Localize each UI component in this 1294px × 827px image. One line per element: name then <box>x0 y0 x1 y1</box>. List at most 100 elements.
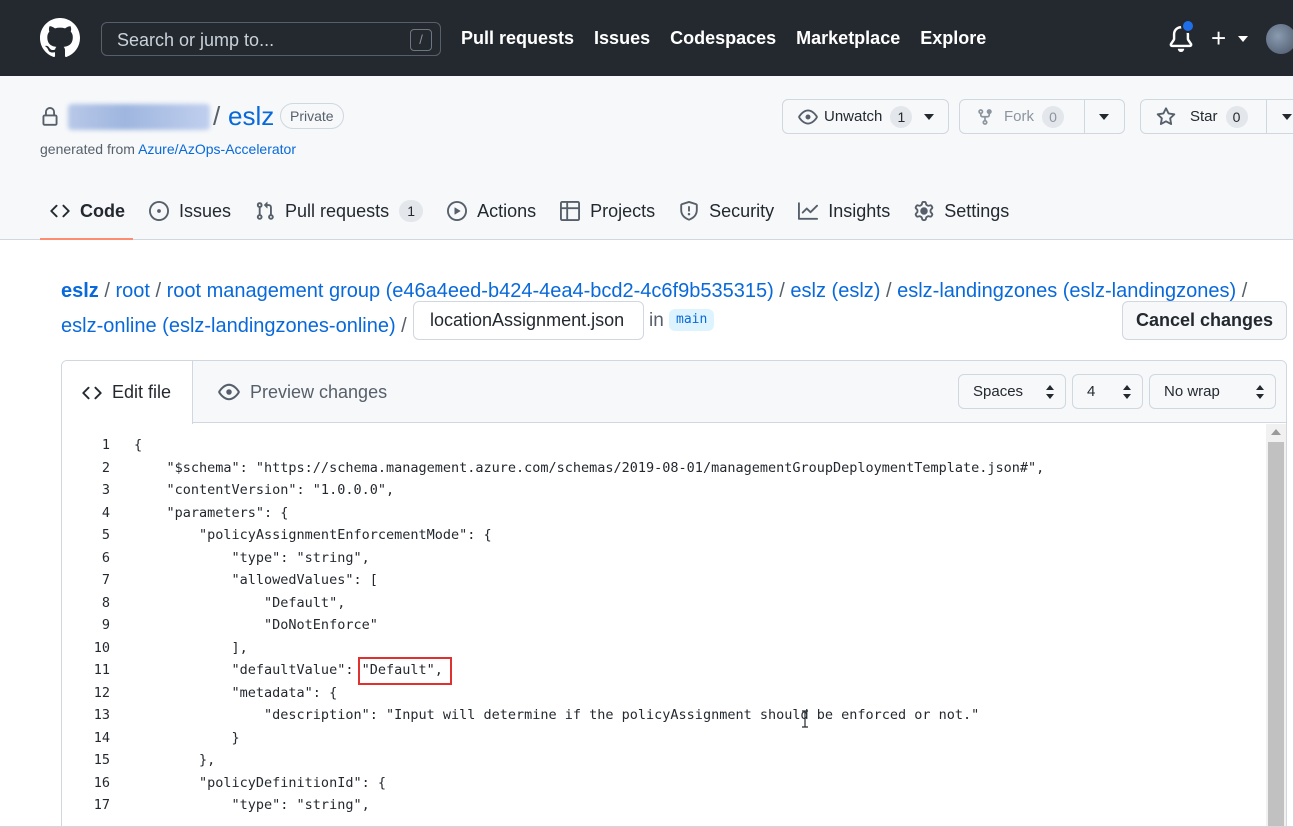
line-number: 12 <box>93 684 110 701</box>
line-number: 15 <box>93 752 110 768</box>
tab-preview-changes[interactable]: Preview changes <box>218 361 387 423</box>
code-line[interactable]: "type": "string", <box>134 794 1044 817</box>
breadcrumb-separator: / <box>1236 280 1248 302</box>
code-line[interactable]: "defaultValue": "Default", <box>134 659 1044 682</box>
breadcrumb-separator: / <box>395 315 407 337</box>
indent-mode-select[interactable]: Spaces <box>958 374 1066 409</box>
indent-size-select[interactable]: 4 <box>1072 374 1143 409</box>
line-number: 16 <box>93 774 110 791</box>
breadcrumb-separator: / <box>773 280 791 302</box>
star-icon <box>1156 106 1176 125</box>
filename-input[interactable]: locationAssignment.json <box>413 301 644 340</box>
github-logo-icon[interactable] <box>40 18 80 58</box>
breadcrumb-item[interactable]: root <box>115 280 149 302</box>
tab-actions[interactable]: Actions <box>447 196 536 226</box>
breadcrumb-item[interactable]: eslz-landingzones (eslz-landingzones) <box>897 280 1236 302</box>
code-lines[interactable]: { "$schema": "https://schema.management.… <box>134 434 1044 817</box>
search-placeholder: Search or jump to... <box>117 30 275 50</box>
code-editor[interactable]: 1 2 3 4 5 6 7 8 9 10 11 12 13 14 15 16 17 { "$schema": "… <box>62 424 1286 826</box>
visibility-badge: Private <box>280 103 344 129</box>
cancel-changes-button[interactable]: Cancel changes <box>1122 301 1287 340</box>
code-line[interactable]: "Default", <box>134 592 1044 615</box>
search-shortcut-key: / <box>410 29 432 51</box>
tab-projects[interactable]: Projects <box>560 196 655 226</box>
chevron-down-icon[interactable] <box>1099 114 1109 120</box>
code-line[interactable]: "contentVersion": "1.0.0.0", <box>134 479 1044 502</box>
vertical-scrollbar[interactable] <box>1266 424 1286 826</box>
repo-separator: / <box>213 101 221 131</box>
code-line[interactable]: } <box>134 727 1044 750</box>
code-line[interactable]: "metadata": { <box>134 682 1044 705</box>
breadcrumb-item[interactable]: eslz (eslz) <box>790 280 880 302</box>
nav-issues[interactable]: Issues <box>594 28 650 49</box>
select-arrows-icon <box>1256 385 1264 399</box>
line-number: 5 <box>101 527 110 543</box>
plus-icon[interactable]: + <box>1211 24 1226 52</box>
shield-icon <box>680 201 698 221</box>
lock-icon <box>42 107 58 126</box>
text-cursor-icon <box>802 710 808 728</box>
template-repo-link[interactable]: Azure/AzOps-Accelerator <box>138 141 296 157</box>
chevron-down-icon[interactable] <box>1282 114 1292 120</box>
nav-explore[interactable]: Explore <box>920 28 986 49</box>
breadcrumb-repo-link[interactable]: eslz <box>61 280 99 302</box>
breadcrumb: eslz / root / root management group (e46… <box>61 274 1261 344</box>
line-number: 10 <box>93 639 110 656</box>
code-line[interactable]: "parameters": { <box>134 502 1044 525</box>
scroll-up-icon[interactable] <box>1271 429 1281 435</box>
indent-mode-value: Spaces <box>973 383 1024 400</box>
chevron-down-icon <box>924 113 935 120</box>
tab-insights-label: Insights <box>828 200 891 221</box>
eye-icon <box>798 109 818 124</box>
tab-issues-label: Issues <box>179 200 232 221</box>
code-line[interactable]: "$schema": "https://schema.management.az… <box>134 457 1045 480</box>
code-line[interactable]: }, <box>134 749 1044 772</box>
unwatch-label: Unwatch <box>824 108 883 125</box>
tab-insights[interactable]: Insights <box>798 196 890 226</box>
code-line[interactable]: ], <box>134 637 1044 660</box>
nav-pull-requests[interactable]: Pull requests <box>461 28 574 49</box>
breadcrumb-item[interactable]: root management group (e46a4eed-b424-4ea… <box>167 280 774 302</box>
scrollbar-thumb[interactable] <box>1268 442 1284 826</box>
generated-from-prefix: generated from <box>40 141 139 157</box>
indent-size-value: 4 <box>1087 383 1096 400</box>
nav-codespaces[interactable]: Codespaces <box>670 28 776 49</box>
code-line[interactable]: "DoNotEnforce" <box>134 614 1044 637</box>
code-line[interactable]: "description": "Input will determine if … <box>134 704 1044 727</box>
line-number: 17 <box>93 797 110 813</box>
tab-settings[interactable]: Settings <box>914 196 1009 226</box>
star-count: 0 <box>1225 105 1248 128</box>
breadcrumb-item[interactable]: eslz-online (eslz-landingzones-online) <box>61 315 396 337</box>
code-icon <box>50 204 70 218</box>
tab-issues[interactable]: Issues <box>149 196 231 226</box>
repo-tabs: Code Issues Pull requests 1 Actions Proj… <box>40 196 1033 240</box>
branch-badge: main <box>669 309 715 331</box>
code-line[interactable]: "policyDefinitionId": { <box>134 772 1044 795</box>
fork-button[interactable]: Fork 0 <box>959 99 1125 134</box>
code-line[interactable]: "allowedValues": [ <box>134 569 1044 592</box>
eye-icon <box>218 383 240 401</box>
repo-owner-redacted[interactable] <box>68 104 210 130</box>
code-line[interactable]: "policyAssignmentEnforcementMode": { <box>134 524 1044 547</box>
select-arrows-icon <box>1123 385 1131 399</box>
wrap-mode-select[interactable]: No wrap <box>1149 374 1276 409</box>
chevron-down-icon[interactable] <box>1238 36 1248 42</box>
avatar[interactable] <box>1266 24 1293 54</box>
code-line[interactable]: "type": "string", <box>134 547 1044 570</box>
tab-actions-label: Actions <box>477 200 537 221</box>
tab-code[interactable]: Code <box>50 196 125 226</box>
code-line[interactable]: { <box>134 434 1044 457</box>
tab-settings-label: Settings <box>944 200 1010 221</box>
tab-code-label: Code <box>80 200 125 221</box>
pull-request-icon <box>256 201 274 220</box>
repo-name-link[interactable]: eslz <box>228 101 274 132</box>
tab-security[interactable]: Security <box>679 196 774 226</box>
tab-pull-requests[interactable]: Pull requests 1 <box>255 196 424 226</box>
search-input[interactable]: Search or jump to... / <box>101 22 441 56</box>
unwatch-button[interactable]: Unwatch 1 <box>782 99 949 134</box>
star-button[interactable]: Star 0 <box>1140 99 1293 134</box>
nav-marketplace[interactable]: Marketplace <box>796 28 900 49</box>
global-nav: Pull requests Issues Codespaces Marketpl… <box>461 28 1006 49</box>
line-number: 8 <box>101 594 110 611</box>
tab-edit-file[interactable]: Edit file <box>62 361 193 424</box>
